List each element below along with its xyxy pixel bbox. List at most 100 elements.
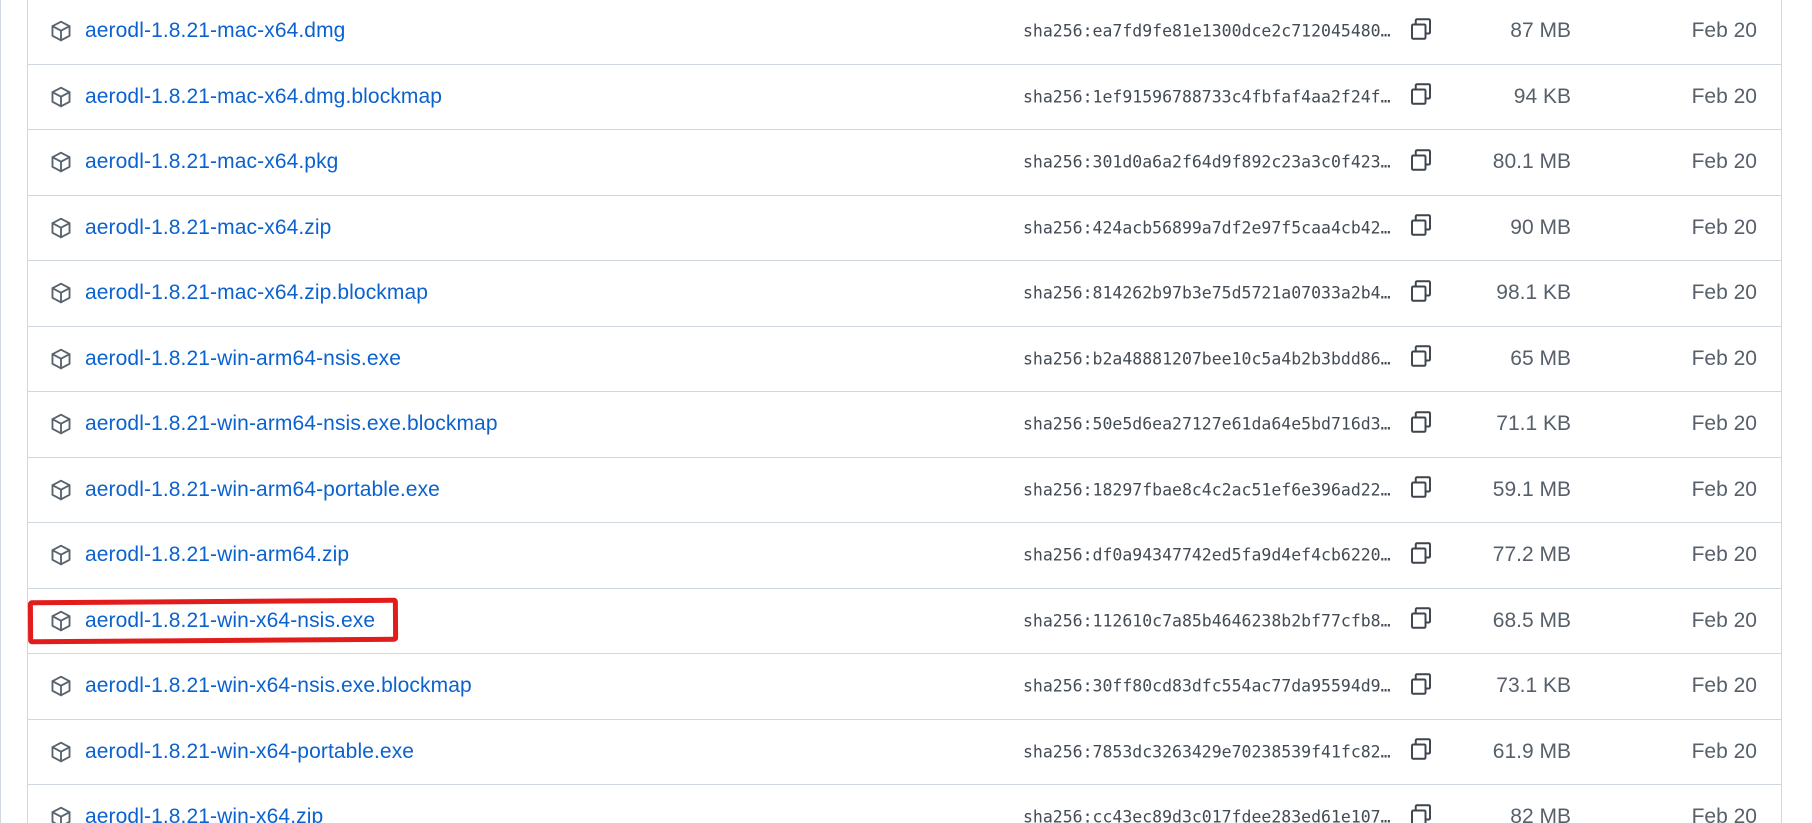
asset-row: aerodl-1.8.21-win-x64-nsis.exe sha256:11…	[27, 589, 1781, 654]
package-icon	[50, 348, 72, 370]
asset-name-cell: aerodl-1.8.21-win-arm64-portable.exe	[50, 470, 452, 510]
asset-download-link[interactable]: aerodl-1.8.21-win-x64-portable.exe	[85, 740, 414, 764]
copy-digest-button[interactable]	[1406, 802, 1436, 823]
asset-size: 90 MB	[1510, 215, 1571, 239]
asset-row: aerodl-1.8.21-win-x64.zip sha256:cc43ec8…	[28, 785, 1781, 823]
copy-icon	[1409, 410, 1433, 439]
asset-row: aerodl-1.8.21-win-arm64-nsis.exe.blockma…	[28, 392, 1781, 458]
asset-name-cell: aerodl-1.8.21-win-arm64-nsis.exe.blockma…	[50, 404, 510, 444]
asset-date: Feb 20	[1691, 608, 1757, 632]
copy-icon	[1409, 803, 1433, 823]
asset-sha256-digest: sha256:424acb56899a7df2e97f5caa4cb42…	[1023, 218, 1391, 238]
asset-download-link[interactable]: aerodl-1.8.21-mac-x64.zip.blockmap	[85, 281, 428, 305]
asset-name-cell: aerodl-1.8.21-mac-x64.dmg	[50, 11, 357, 51]
copy-icon	[1409, 606, 1433, 635]
asset-sha256-digest: sha256:b2a48881207bee10c5a4b2b3bdd86…	[1023, 349, 1391, 369]
copy-digest-button[interactable]	[1406, 409, 1436, 439]
asset-date: Feb 20	[1691, 412, 1757, 436]
package-icon	[50, 610, 72, 632]
package-icon	[50, 741, 72, 763]
package-icon	[50, 479, 72, 501]
asset-download-link[interactable]: aerodl-1.8.21-win-arm64.zip	[85, 543, 349, 567]
copy-digest-button[interactable]	[1406, 147, 1436, 177]
copy-digest-button[interactable]	[1406, 540, 1436, 570]
asset-size: 87 MB	[1510, 19, 1571, 43]
package-icon	[50, 86, 72, 108]
asset-row: aerodl-1.8.21-win-x64-portable.exe sha25…	[28, 720, 1781, 785]
asset-download-link[interactable]: aerodl-1.8.21-mac-x64.dmg	[85, 19, 345, 43]
asset-row: aerodl-1.8.21-win-arm64-nsis.exe sha256:…	[28, 327, 1781, 392]
asset-date: Feb 20	[1691, 150, 1757, 174]
copy-icon	[1409, 344, 1433, 373]
asset-size: 59.1 MB	[1492, 477, 1571, 501]
asset-date: Feb 20	[1691, 346, 1757, 370]
asset-date: Feb 20	[1691, 477, 1757, 501]
copy-digest-button[interactable]	[1406, 671, 1436, 701]
asset-row: aerodl-1.8.21-mac-x64.dmg.blockmap sha25…	[28, 65, 1781, 130]
asset-download-link[interactable]: aerodl-1.8.21-win-arm64-portable.exe	[85, 478, 440, 502]
asset-row: aerodl-1.8.21-mac-x64.zip sha256:424acb5…	[28, 196, 1781, 261]
asset-name-cell: aerodl-1.8.21-win-arm64-nsis.exe	[50, 339, 413, 379]
asset-sha256-digest: sha256:301d0a6a2f64d9f892c23a3c0f423…	[1023, 152, 1391, 172]
asset-sha256-digest: sha256:30ff80cd83dfc554ac77da95594d9…	[1023, 676, 1391, 696]
package-icon	[50, 217, 72, 239]
package-icon	[50, 806, 72, 823]
asset-size: 61.9 MB	[1492, 739, 1571, 763]
asset-name-cell: aerodl-1.8.21-mac-x64.zip.blockmap	[50, 273, 440, 313]
package-icon	[50, 675, 72, 697]
asset-sha256-digest: sha256:1ef91596788733c4fbfaf4aa2f24f…	[1023, 87, 1391, 107]
asset-row: aerodl-1.8.21-mac-x64.pkg sha256:301d0a6…	[28, 130, 1781, 196]
asset-row: aerodl-1.8.21-win-arm64.zip sha256:df0a9…	[28, 523, 1781, 589]
asset-size: 71.1 KB	[1496, 412, 1571, 436]
asset-date: Feb 20	[1691, 281, 1757, 305]
copy-icon	[1409, 475, 1433, 504]
asset-name-cell: aerodl-1.8.21-win-x64.zip	[50, 797, 335, 823]
asset-name-cell: aerodl-1.8.21-mac-x64.dmg.blockmap	[50, 77, 454, 117]
copy-digest-button[interactable]	[1406, 82, 1436, 112]
copy-digest-button[interactable]	[1406, 606, 1436, 636]
copy-digest-button[interactable]	[1406, 475, 1436, 505]
copy-digest-button[interactable]	[1406, 278, 1436, 308]
asset-sha256-digest: sha256:112610c7a85b4646238b2bf77cfb8…	[1023, 611, 1391, 631]
asset-size: 82 MB	[1510, 805, 1571, 823]
asset-download-link[interactable]: aerodl-1.8.21-win-x64-nsis.exe	[85, 609, 375, 633]
asset-size: 77.2 MB	[1492, 543, 1571, 567]
asset-sha256-digest: sha256:7853dc3263429e70238539f41fc82…	[1023, 742, 1391, 762]
asset-name-cell: aerodl-1.8.21-win-x64-nsis.exe.blockmap	[50, 666, 484, 706]
asset-download-link[interactable]: aerodl-1.8.21-win-x64.zip	[85, 805, 323, 823]
asset-size: 98.1 KB	[1496, 281, 1571, 305]
asset-row: aerodl-1.8.21-mac-x64.zip.blockmap sha25…	[28, 261, 1781, 327]
asset-sha256-digest: sha256:ea7fd9fe81e1300dce2c712045480…	[1023, 21, 1391, 41]
asset-download-link[interactable]: aerodl-1.8.21-win-arm64-nsis.exe.blockma…	[85, 412, 498, 436]
asset-download-link[interactable]: aerodl-1.8.21-win-x64-nsis.exe.blockmap	[85, 674, 472, 698]
asset-date: Feb 20	[1691, 84, 1757, 108]
copy-digest-button[interactable]	[1406, 344, 1436, 374]
asset-size: 94 KB	[1513, 84, 1571, 108]
asset-download-link[interactable]: aerodl-1.8.21-mac-x64.zip	[85, 216, 331, 240]
asset-sha256-digest: sha256:814262b97b3e75d5721a07033a2b4…	[1023, 283, 1391, 303]
asset-download-link[interactable]: aerodl-1.8.21-win-arm64-nsis.exe	[85, 347, 401, 371]
asset-date: Feb 20	[1691, 215, 1757, 239]
asset-size: 73.1 KB	[1496, 674, 1571, 698]
asset-row: aerodl-1.8.21-mac-x64.dmg sha256:ea7fd9f…	[28, 0, 1781, 65]
asset-sha256-digest: sha256:df0a94347742ed5fa9d4ef4cb6220…	[1023, 545, 1391, 565]
copy-icon	[1409, 672, 1433, 701]
copy-digest-button[interactable]	[1406, 16, 1436, 46]
copy-icon	[1409, 737, 1433, 766]
package-icon	[50, 282, 72, 304]
asset-date: Feb 20	[1691, 543, 1757, 567]
copy-icon	[1409, 213, 1433, 242]
copy-icon	[1409, 82, 1433, 111]
package-icon	[50, 413, 72, 435]
copy-icon	[1409, 17, 1433, 46]
asset-date: Feb 20	[1691, 19, 1757, 43]
copy-icon	[1409, 148, 1433, 177]
asset-sha256-digest: sha256:50e5d6ea27127e61da64e5bd716d3…	[1023, 414, 1391, 434]
asset-sha256-digest: sha256:cc43ec89d3c017fdee283ed61e107…	[1023, 807, 1391, 823]
asset-row: aerodl-1.8.21-win-arm64-portable.exe sha…	[28, 458, 1781, 523]
page-left-border	[0, 0, 1, 823]
asset-download-link[interactable]: aerodl-1.8.21-mac-x64.dmg.blockmap	[85, 85, 442, 109]
asset-download-link[interactable]: aerodl-1.8.21-mac-x64.pkg	[85, 150, 338, 174]
copy-digest-button[interactable]	[1406, 213, 1436, 243]
copy-digest-button[interactable]	[1406, 737, 1436, 767]
